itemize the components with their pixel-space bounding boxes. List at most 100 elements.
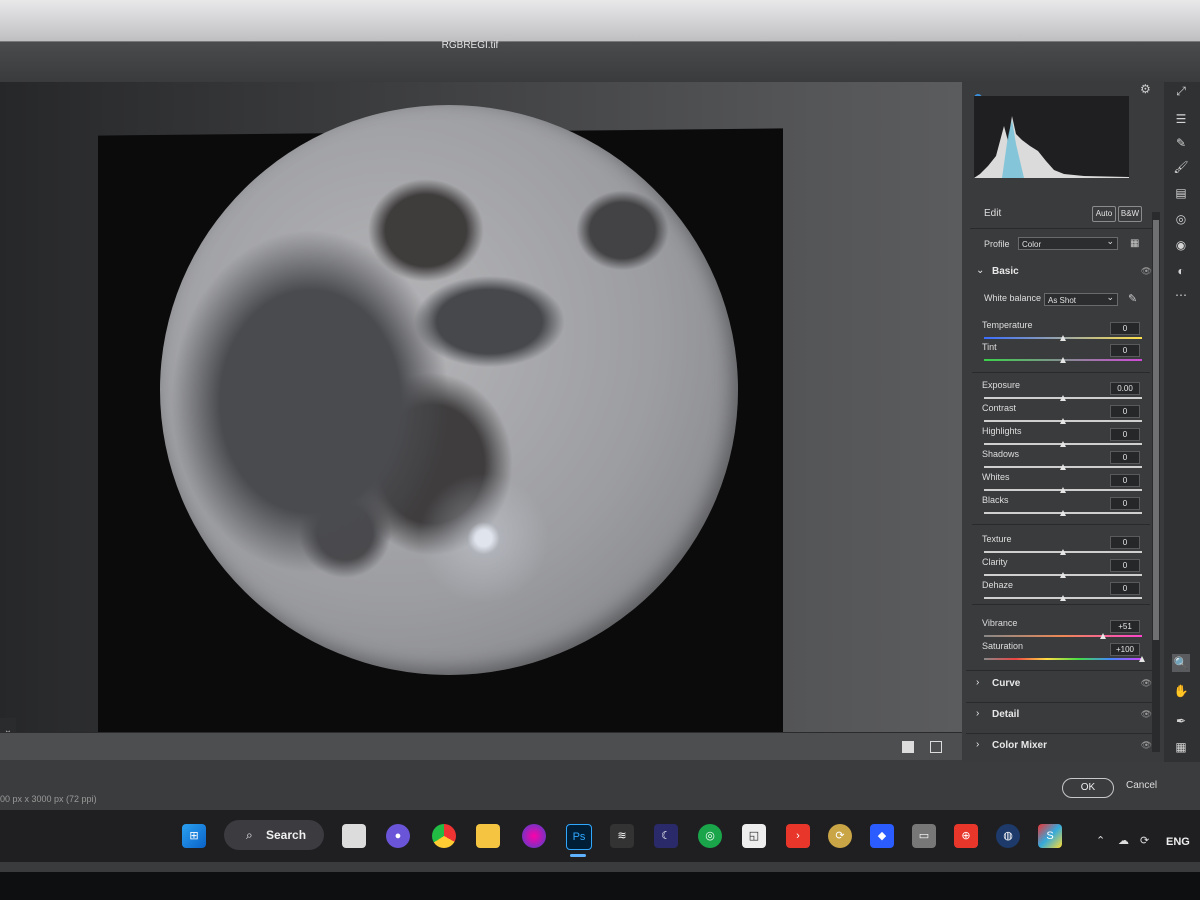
- exposure-value-field[interactable]: 0.00: [1110, 382, 1140, 395]
- eye-icon[interactable]: 👁: [1141, 266, 1152, 277]
- zoom-icon[interactable]: ●: [386, 824, 410, 848]
- single-view-icon[interactable]: [902, 741, 914, 753]
- basic-label: Basic: [992, 266, 1019, 277]
- blacks-label: Blacks: [982, 495, 1009, 505]
- auto-button[interactable]: Auto: [1092, 206, 1116, 222]
- whites-slider-thumb[interactable]: [1060, 487, 1066, 493]
- image-info: 00 px x 3000 px (72 ppi): [0, 794, 97, 804]
- shadows-slider-thumb[interactable]: [1060, 464, 1066, 470]
- app-scope-icon[interactable]: ▭: [912, 824, 936, 848]
- red-eye-icon[interactable]: ◉: [1172, 236, 1190, 254]
- app-red-arrow-icon[interactable]: ›: [786, 824, 810, 848]
- app-siril-icon[interactable]: S: [1038, 824, 1062, 848]
- panel-scrollbar[interactable]: [1152, 212, 1160, 752]
- edit-sliders-icon[interactable]: ☰: [1172, 110, 1190, 128]
- curve-section-header[interactable]: › Curve 👁: [972, 672, 1152, 698]
- tint-value-field[interactable]: 0: [1110, 344, 1140, 357]
- texture-value-field[interactable]: 0: [1110, 536, 1140, 549]
- tint-slider-thumb[interactable]: [1060, 357, 1066, 363]
- highlights-value-field[interactable]: 0: [1110, 428, 1140, 441]
- white-balance-select[interactable]: As Shot: [1044, 291, 1118, 306]
- texture-slider-thumb[interactable]: [1060, 549, 1066, 555]
- app-link-icon[interactable]: ⟳: [828, 824, 852, 848]
- blacks-slider-thumb[interactable]: [1060, 510, 1066, 516]
- ok-button[interactable]: OK: [1062, 778, 1114, 798]
- contrast-slider-thumb[interactable]: [1060, 418, 1066, 424]
- dehaze-value-field[interactable]: 0: [1110, 582, 1140, 595]
- scrollbar-thumb[interactable]: [1153, 220, 1159, 640]
- app-orb-icon[interactable]: [522, 824, 546, 848]
- photoshop-icon[interactable]: Ps: [566, 824, 592, 850]
- expand-icon[interactable]: ⤢: [1172, 82, 1190, 100]
- language-indicator[interactable]: ENG: [1166, 836, 1190, 848]
- window-titlebar: RGBREGI.tif: [0, 0, 1200, 82]
- file-explorer-icon[interactable]: [476, 824, 500, 848]
- whites-value-field[interactable]: 0: [1110, 474, 1140, 487]
- highlights-label: Highlights: [982, 426, 1022, 436]
- exposure-label: Exposure: [982, 380, 1021, 390]
- exposure-slider-thumb[interactable]: [1060, 395, 1066, 401]
- clarity-label: Clarity: [982, 557, 1008, 567]
- grid-icon[interactable]: ▦: [1172, 738, 1190, 756]
- temperature-slider-thumb[interactable]: [1060, 335, 1066, 341]
- app-orbit-icon[interactable]: ◍: [996, 824, 1020, 848]
- vibrance-value-field[interactable]: +51: [1110, 620, 1140, 633]
- more-icon[interactable]: ⋯: [1172, 286, 1190, 304]
- profile-label: Profile: [984, 239, 1010, 249]
- vibrance-slider-thumb[interactable]: [1100, 633, 1107, 639]
- monitor-screen: RGBREGI.tif ⌄ 00 px x 3000 px (72 ppi) O…: [0, 0, 1200, 872]
- app-red-square-icon[interactable]: ⊕: [954, 824, 978, 848]
- tint-label: Tint: [982, 342, 997, 352]
- presets-icon[interactable]: ◐: [1172, 262, 1190, 280]
- active-app-indicator: [570, 854, 586, 857]
- profile-browser-icon[interactable]: ▦: [1130, 238, 1139, 249]
- shadows-value-field[interactable]: 0: [1110, 451, 1140, 464]
- cancel-button[interactable]: Cancel: [1126, 780, 1157, 791]
- healing-icon[interactable]: ✎: [1172, 134, 1190, 152]
- bw-button[interactable]: B&W: [1118, 206, 1142, 222]
- chrome-icon[interactable]: [432, 824, 456, 848]
- saturation-value-field[interactable]: +100: [1110, 643, 1140, 656]
- eyedropper-icon[interactable]: ✎: [1128, 292, 1137, 305]
- saturation-slider-thumb[interactable]: [1139, 656, 1145, 662]
- temperature-value-field[interactable]: 0: [1110, 322, 1140, 335]
- eye-icon[interactable]: 👁: [1141, 740, 1152, 751]
- blacks-value-field[interactable]: 0: [1110, 497, 1140, 510]
- taskbar-search[interactable]: ⌕ Search: [224, 820, 324, 850]
- temperature-label: Temperature: [982, 320, 1033, 330]
- task-view-icon[interactable]: [342, 824, 366, 848]
- tray-sync-icon[interactable]: ⟳: [1140, 834, 1149, 847]
- gear-icon[interactable]: ⚙: [1140, 82, 1151, 96]
- radial-gradient-icon[interactable]: ◎: [1172, 210, 1190, 228]
- color-mixer-section-header[interactable]: › Color Mixer 👁: [972, 734, 1152, 760]
- contrast-label: Contrast: [982, 403, 1017, 413]
- app-pipp-icon[interactable]: ≋: [610, 824, 634, 848]
- vibrance-slider-track[interactable]: [984, 635, 1142, 637]
- before-after-icon[interactable]: [930, 741, 942, 753]
- chevron-right-icon: ›: [976, 739, 980, 750]
- app-astro-icon[interactable]: ☾: [654, 824, 678, 848]
- app-blue-gem-icon[interactable]: ◆: [870, 824, 894, 848]
- tray-chevron-up-icon[interactable]: ⌃: [1096, 834, 1105, 847]
- clarity-value-field[interactable]: 0: [1110, 559, 1140, 572]
- highlights-slider-thumb[interactable]: [1060, 441, 1066, 447]
- linear-gradient-icon[interactable]: ▤: [1172, 184, 1190, 202]
- eye-icon[interactable]: 👁: [1141, 709, 1152, 720]
- vibrance-label: Vibrance: [982, 618, 1018, 628]
- contrast-value-field[interactable]: 0: [1110, 405, 1140, 418]
- color-sampler-icon[interactable]: ✒: [1172, 712, 1190, 730]
- brush-icon[interactable]: 🖌: [1172, 158, 1190, 176]
- app-snip-icon[interactable]: ◱: [742, 824, 766, 848]
- clarity-slider-thumb[interactable]: [1060, 572, 1066, 578]
- windows-start-icon[interactable]: ⊞: [182, 824, 206, 848]
- basic-section-header[interactable]: ⌄ Basic 👁: [972, 260, 1152, 286]
- app-green-icon[interactable]: ◎: [698, 824, 722, 848]
- dehaze-slider-thumb[interactable]: [1060, 595, 1066, 601]
- eye-icon[interactable]: 👁: [1141, 678, 1152, 689]
- profile-select[interactable]: Color: [1018, 235, 1118, 250]
- zoom-icon[interactable]: 🔍: [1172, 654, 1190, 672]
- hand-icon[interactable]: ✋: [1172, 682, 1190, 700]
- detail-section-header[interactable]: › Detail 👁: [972, 703, 1152, 729]
- saturation-slider-track[interactable]: [984, 658, 1142, 660]
- tray-cloud-icon[interactable]: ☁: [1118, 834, 1129, 847]
